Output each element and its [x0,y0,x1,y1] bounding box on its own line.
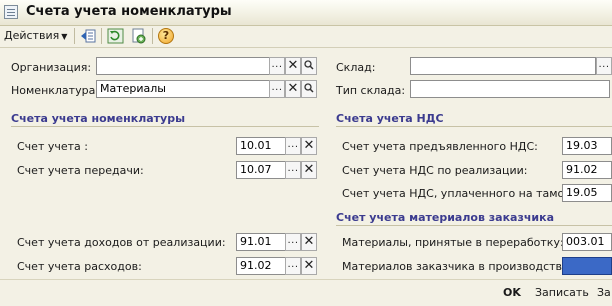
help-button[interactable]: ? [158,28,174,44]
actions-menu-button[interactable]: Действия ▼ [4,28,67,44]
income-account-field[interactable]: 91.01 [236,233,286,251]
document-settings-button[interactable] [130,28,147,44]
move-to-list-button[interactable] [80,28,97,44]
processing-materials-field[interactable]: 003.01 [562,233,612,251]
expense-account-field[interactable]: 91.02 [236,257,286,275]
move-to-list-icon [81,29,96,43]
transfer-account-field[interactable]: 10.07 [236,161,286,179]
nomenclature-field[interactable]: Материалы [96,80,270,98]
account-select-button[interactable]: ... [285,137,301,155]
income-account-clear-icon[interactable]: ✕ [301,233,317,251]
chevron-down-icon: ▼ [61,32,68,41]
window-titlebar: Счета учета номенклатуры [0,0,612,26]
vat-accounts-header: Счета учета НДС [336,112,444,125]
organization-clear-icon[interactable]: ✕ [285,57,301,75]
organization-label: Организация: [11,61,92,74]
sales-vat-account-field[interactable]: 91.02 [562,161,612,179]
income-account-select-button[interactable]: ... [285,233,301,251]
warehouse-field[interactable] [410,57,596,75]
warehouse-type-field[interactable] [410,80,610,98]
transfer-account-select-button[interactable]: ... [285,161,301,179]
production-materials-field[interactable] [562,257,612,275]
footer-divider [0,279,612,280]
organization-select-button[interactable]: ... [269,57,285,75]
help-icon: ? [162,29,170,42]
account-field[interactable]: 10.01 [236,137,286,155]
nomenclature-label: Номенклатура: [11,84,100,97]
transfer-account-clear-icon[interactable]: ✕ [301,161,317,179]
sales-vat-account-label: Счет учета НДС по реализации: [342,164,528,177]
toolbar-separator [74,28,75,44]
toolbar: Действия ▼ ? [0,25,612,48]
income-account-label: Счет учета доходов от реализации: [17,236,226,249]
refresh-icon [107,28,124,44]
account-clear-icon[interactable]: ✕ [301,137,317,155]
organization-search-icon[interactable] [301,57,317,75]
toolbar-separator [152,28,153,44]
organization-field[interactable] [96,57,270,75]
nomenclature-accounts-header: Счета учета номенклатуры [11,112,186,125]
production-materials-label: Материалов заказчика в производстве: [342,260,573,273]
warehouse-select-button[interactable]: ... [596,57,612,75]
window-title: Счета учета номенклатуры [26,4,232,19]
nomenclature-search-icon[interactable] [301,80,317,98]
actions-menu-label: Действия [4,29,60,42]
account-label: Счет учета : [17,140,88,153]
processing-materials-label: Материалы, принятые в переработку: [342,236,564,249]
expense-account-select-button[interactable]: ... [285,257,301,275]
nomenclature-select-button[interactable]: ... [269,80,285,98]
nomenclature-clear-icon[interactable]: ✕ [285,80,301,98]
document-settings-icon [132,28,146,44]
form-window-icon [4,5,18,19]
customs-vat-account-label: Счет учета НДС, уплаченного на таможне: [342,187,592,200]
customs-vat-account-field[interactable]: 19.05 [562,184,612,202]
ok-button[interactable]: OK [503,284,521,302]
expense-account-label: Счет учета расходов: [17,260,142,273]
section-divider [336,225,612,226]
close-button[interactable]: За [597,284,611,302]
expense-account-clear-icon[interactable]: ✕ [301,257,317,275]
input-vat-account-label: Счет учета предъявленного НДС: [342,140,538,153]
warehouse-type-label: Тип склада: [336,84,406,97]
transfer-account-label: Счет учета передачи: [17,164,144,177]
section-divider [336,126,612,127]
input-vat-account-field[interactable]: 19.03 [562,137,612,155]
warehouse-label: Склад: [336,61,376,74]
section-divider [11,126,319,127]
toolbar-separator [101,28,102,44]
customer-materials-header: Счет учета материалов заказчика [336,211,555,224]
save-button[interactable]: Записать [535,284,589,302]
refresh-button[interactable] [107,28,124,44]
